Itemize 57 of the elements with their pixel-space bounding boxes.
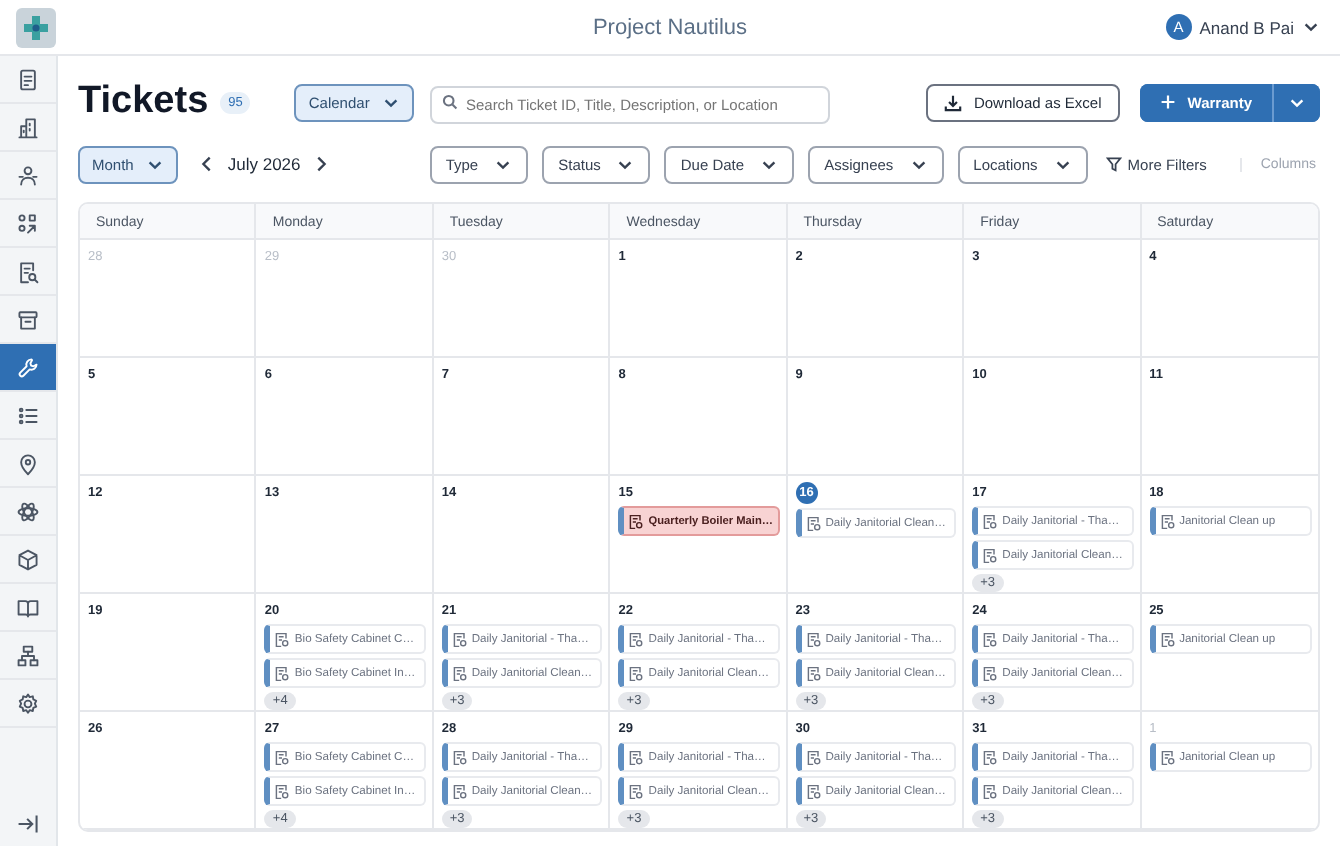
ticket-icon — [982, 665, 999, 681]
ticket-icon — [274, 783, 291, 799]
sitemap-icon — [16, 643, 40, 667]
ticket-icon — [274, 749, 291, 765]
checklist-icon — [16, 403, 40, 427]
archive-icon — [16, 307, 40, 331]
ticket-icon — [805, 749, 822, 765]
ticket-icon — [628, 783, 645, 799]
ticket-icon — [628, 749, 645, 765]
plus-icon — [1159, 94, 1176, 110]
current-month: July 2026 — [227, 154, 301, 174]
ticket-icon — [274, 631, 291, 647]
previous-button[interactable] — [197, 154, 216, 174]
people-icon — [16, 163, 40, 187]
document-icon — [16, 67, 40, 91]
settings-icon — [16, 691, 40, 715]
ticket-icon — [451, 749, 468, 765]
chevron-right-icon — [312, 154, 331, 174]
book-icon — [16, 595, 40, 619]
document-search-icon — [16, 259, 40, 283]
ticket-icon — [628, 631, 645, 647]
atom-icon — [16, 499, 40, 523]
ticket-icon — [1159, 631, 1176, 647]
shapes-icon — [16, 211, 40, 235]
ticket-icon — [982, 513, 999, 529]
ticket-icon — [274, 665, 291, 681]
page-title: Tickets — [78, 80, 209, 124]
ticket-icon — [805, 515, 822, 531]
ticket-icon — [982, 783, 999, 799]
ticket-icon — [805, 783, 822, 799]
ticket-icon — [982, 749, 999, 765]
chevron-left-icon — [197, 154, 216, 174]
ticket-icon — [805, 665, 822, 681]
ticket-icon — [451, 783, 468, 799]
filter-icon — [1105, 156, 1122, 172]
search-icon — [441, 94, 458, 110]
ticket-icon — [982, 547, 999, 563]
app-logo — [16, 7, 56, 47]
ticket-icon — [1159, 749, 1176, 765]
next-button[interactable] — [312, 154, 331, 174]
sidebar-item[interactable] — [0, 344, 56, 392]
location-pin-icon — [16, 451, 40, 475]
ticket-icon — [805, 631, 822, 647]
chevron-down-icon — [1302, 18, 1320, 36]
ticket-icon — [1159, 513, 1176, 529]
app-title: Project Nautilus — [592, 15, 748, 39]
collapse-sidebar-icon[interactable] — [16, 812, 40, 836]
warranty-menu-button[interactable] — [1272, 83, 1320, 121]
ticket-icon — [628, 513, 645, 529]
ticket-icon — [451, 631, 468, 647]
download-icon — [943, 93, 962, 111]
cube-icon — [16, 547, 40, 571]
ticket-icon — [451, 665, 468, 681]
ticket-icon — [982, 631, 999, 647]
ticket-icon — [628, 665, 645, 681]
building-icon — [16, 115, 40, 139]
wrench-icon — [16, 355, 40, 379]
